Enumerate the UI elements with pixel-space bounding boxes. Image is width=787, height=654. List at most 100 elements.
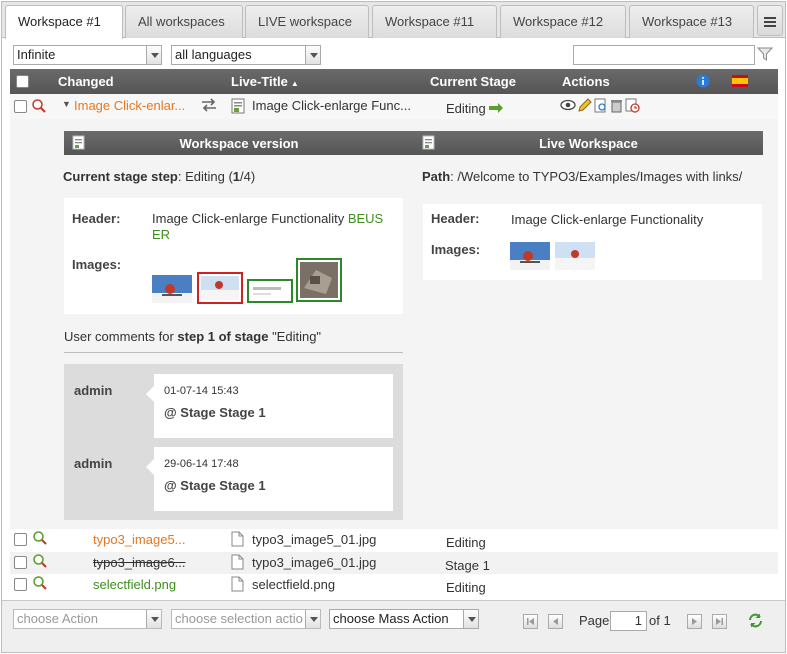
expand-triangle-icon[interactable]: ▼: [62, 99, 71, 109]
path-value: : /Welcome to TYPO3/Examples/Images with…: [450, 169, 743, 184]
comment-user: admin: [74, 456, 113, 471]
workspace-version-title: Workspace version: [179, 136, 299, 151]
image-thumbnail-removed: [197, 272, 243, 304]
image-thumbnail: [510, 242, 550, 270]
page-preview-icon[interactable]: [593, 98, 608, 113]
stage-step-label: Current stage step: [63, 169, 178, 184]
tab-label: Workspace #1: [18, 14, 101, 29]
selection-action-value: choose selection action: [175, 611, 303, 626]
next-page-icon: [692, 618, 697, 625]
tab-menu-button[interactable]: [757, 5, 783, 36]
next-page-button[interactable]: [687, 614, 702, 629]
header-field-label: Header:: [431, 211, 480, 226]
row-checkbox[interactable]: [14, 533, 27, 546]
divider: [64, 352, 403, 353]
header-field-label: Header:: [72, 211, 121, 226]
preview-magnifier-icon[interactable]: [32, 553, 48, 569]
row-changed-title[interactable]: selectfield.png: [93, 577, 176, 592]
info-icon[interactable]: [696, 74, 710, 88]
tab-live-workspace[interactable]: LIVE workspace: [245, 5, 369, 38]
comment-date: 29-06-14 17:48: [164, 458, 239, 470]
diff-added-text: ER: [152, 227, 171, 242]
comment-bubble: 29-06-14 17:48 @ Stage Stage 1: [146, 447, 393, 511]
first-page-button[interactable]: [523, 614, 538, 629]
row-stage: Editing: [446, 101, 486, 116]
tab-label: All workspaces: [138, 14, 225, 29]
comment-user: admin: [74, 383, 113, 398]
chevron-down-icon: [305, 610, 320, 628]
selection-action-select[interactable]: choose selection action: [171, 609, 321, 629]
preview-magnifier-icon[interactable]: [32, 530, 48, 546]
row-checkbox[interactable]: [14, 100, 27, 113]
refresh-icon[interactable]: [747, 612, 764, 629]
comment-date: 01-07-14 15:43: [164, 385, 239, 397]
row-stage: Editing: [446, 580, 486, 595]
column-live-title[interactable]: Live-Title ▲: [231, 74, 299, 89]
path-label: Path: [422, 169, 451, 184]
tab-label: Workspace #13: [642, 14, 733, 29]
row-checkbox[interactable]: [14, 578, 27, 591]
tab-all-workspaces[interactable]: All workspaces: [125, 5, 243, 38]
tab-workspace-1[interactable]: Workspace #1: [5, 5, 123, 39]
history-icon[interactable]: [625, 98, 640, 113]
row-changed-title[interactable]: Image Click-enlar...: [74, 98, 185, 113]
action-select-value: choose Action: [17, 611, 98, 626]
comments-step: step 1 of stage: [177, 329, 269, 344]
spanish-flag-icon[interactable]: [732, 75, 748, 87]
workspace-version-header: Workspace version: [64, 131, 414, 155]
row-live-title: selectfield.png: [252, 577, 336, 592]
comment-bubble: 01-07-14 15:43 @ Stage Stage 1: [146, 374, 393, 438]
last-page-button[interactable]: [712, 614, 727, 629]
row-changed-title[interactable]: typo3_image6...: [93, 555, 186, 570]
tab-workspace-12[interactable]: Workspace #12: [500, 5, 626, 38]
row-changed-title[interactable]: typo3_image5...: [93, 532, 186, 547]
row-checkbox[interactable]: [14, 556, 27, 569]
column-actions[interactable]: Actions: [562, 74, 610, 89]
mass-action-select[interactable]: choose Mass Action: [329, 609, 479, 629]
chevron-down-icon: [305, 46, 320, 64]
stage-step-prefix: : Editing (: [177, 169, 233, 184]
tab-workspace-13[interactable]: Workspace #13: [629, 5, 754, 38]
stage-step-total: 4: [243, 169, 251, 184]
prev-page-button[interactable]: [548, 614, 563, 629]
last-page-icon: [716, 618, 723, 625]
edit-pencil-icon[interactable]: [577, 98, 592, 113]
path-line: Path: /Welcome to TYPO3/Examples/Images …: [422, 169, 742, 184]
workspace-module: Workspace #1 All workspaces LIVE workspa…: [1, 1, 786, 653]
swap-icon[interactable]: [200, 98, 218, 112]
page-label: Page: [579, 613, 610, 628]
column-current-stage[interactable]: Current Stage: [430, 74, 516, 89]
preview-magnifier-icon[interactable]: [31, 98, 47, 114]
column-changed[interactable]: Changed: [58, 74, 114, 89]
mass-action-value: choose Mass Action: [333, 611, 449, 626]
live-workspace-header: Live Workspace: [414, 131, 763, 155]
images-field-label: Images:: [72, 257, 122, 272]
preview-magnifier-icon[interactable]: [32, 575, 48, 591]
language-select[interactable]: all languages: [171, 45, 321, 65]
row-live-title: typo3_image6_01.jpg: [252, 555, 377, 570]
file-icon: [231, 554, 244, 570]
row-live-title: Image Click-enlarge Func...: [252, 98, 411, 113]
row-live-title: typo3_image5_01.jpg: [252, 532, 377, 547]
action-select[interactable]: choose Action: [13, 609, 162, 629]
tab-label: Workspace #11: [385, 14, 475, 29]
select-all-checkbox[interactable]: [16, 75, 29, 88]
tab-workspace-11[interactable]: Workspace #11: [372, 5, 497, 38]
search-input[interactable]: [573, 45, 755, 65]
preview-eye-icon[interactable]: [560, 99, 576, 111]
workspace-version-box: Header: Image Click-enlarge Functionalit…: [64, 198, 403, 314]
image-thumbnail: [152, 275, 192, 303]
ws-header-value: Image Click-enlarge Functionality BEUS: [152, 211, 383, 226]
chevron-down-icon: [146, 46, 161, 64]
depth-select[interactable]: Infinite: [13, 45, 162, 65]
page-number-input[interactable]: 1: [610, 611, 647, 631]
discard-trash-icon[interactable]: [609, 98, 624, 113]
ws-header-text: Image Click-enlarge Functionality: [152, 211, 345, 226]
chevron-down-icon: [146, 610, 161, 628]
send-to-next-stage-icon[interactable]: [488, 102, 504, 114]
comments-title: User comments for step 1 of stage "Editi…: [64, 329, 321, 344]
image-thumbnail-added: [247, 279, 293, 303]
filter-icon[interactable]: [757, 46, 773, 62]
column-live-title-label: Live-Title: [231, 74, 288, 89]
file-icon: [231, 531, 244, 547]
